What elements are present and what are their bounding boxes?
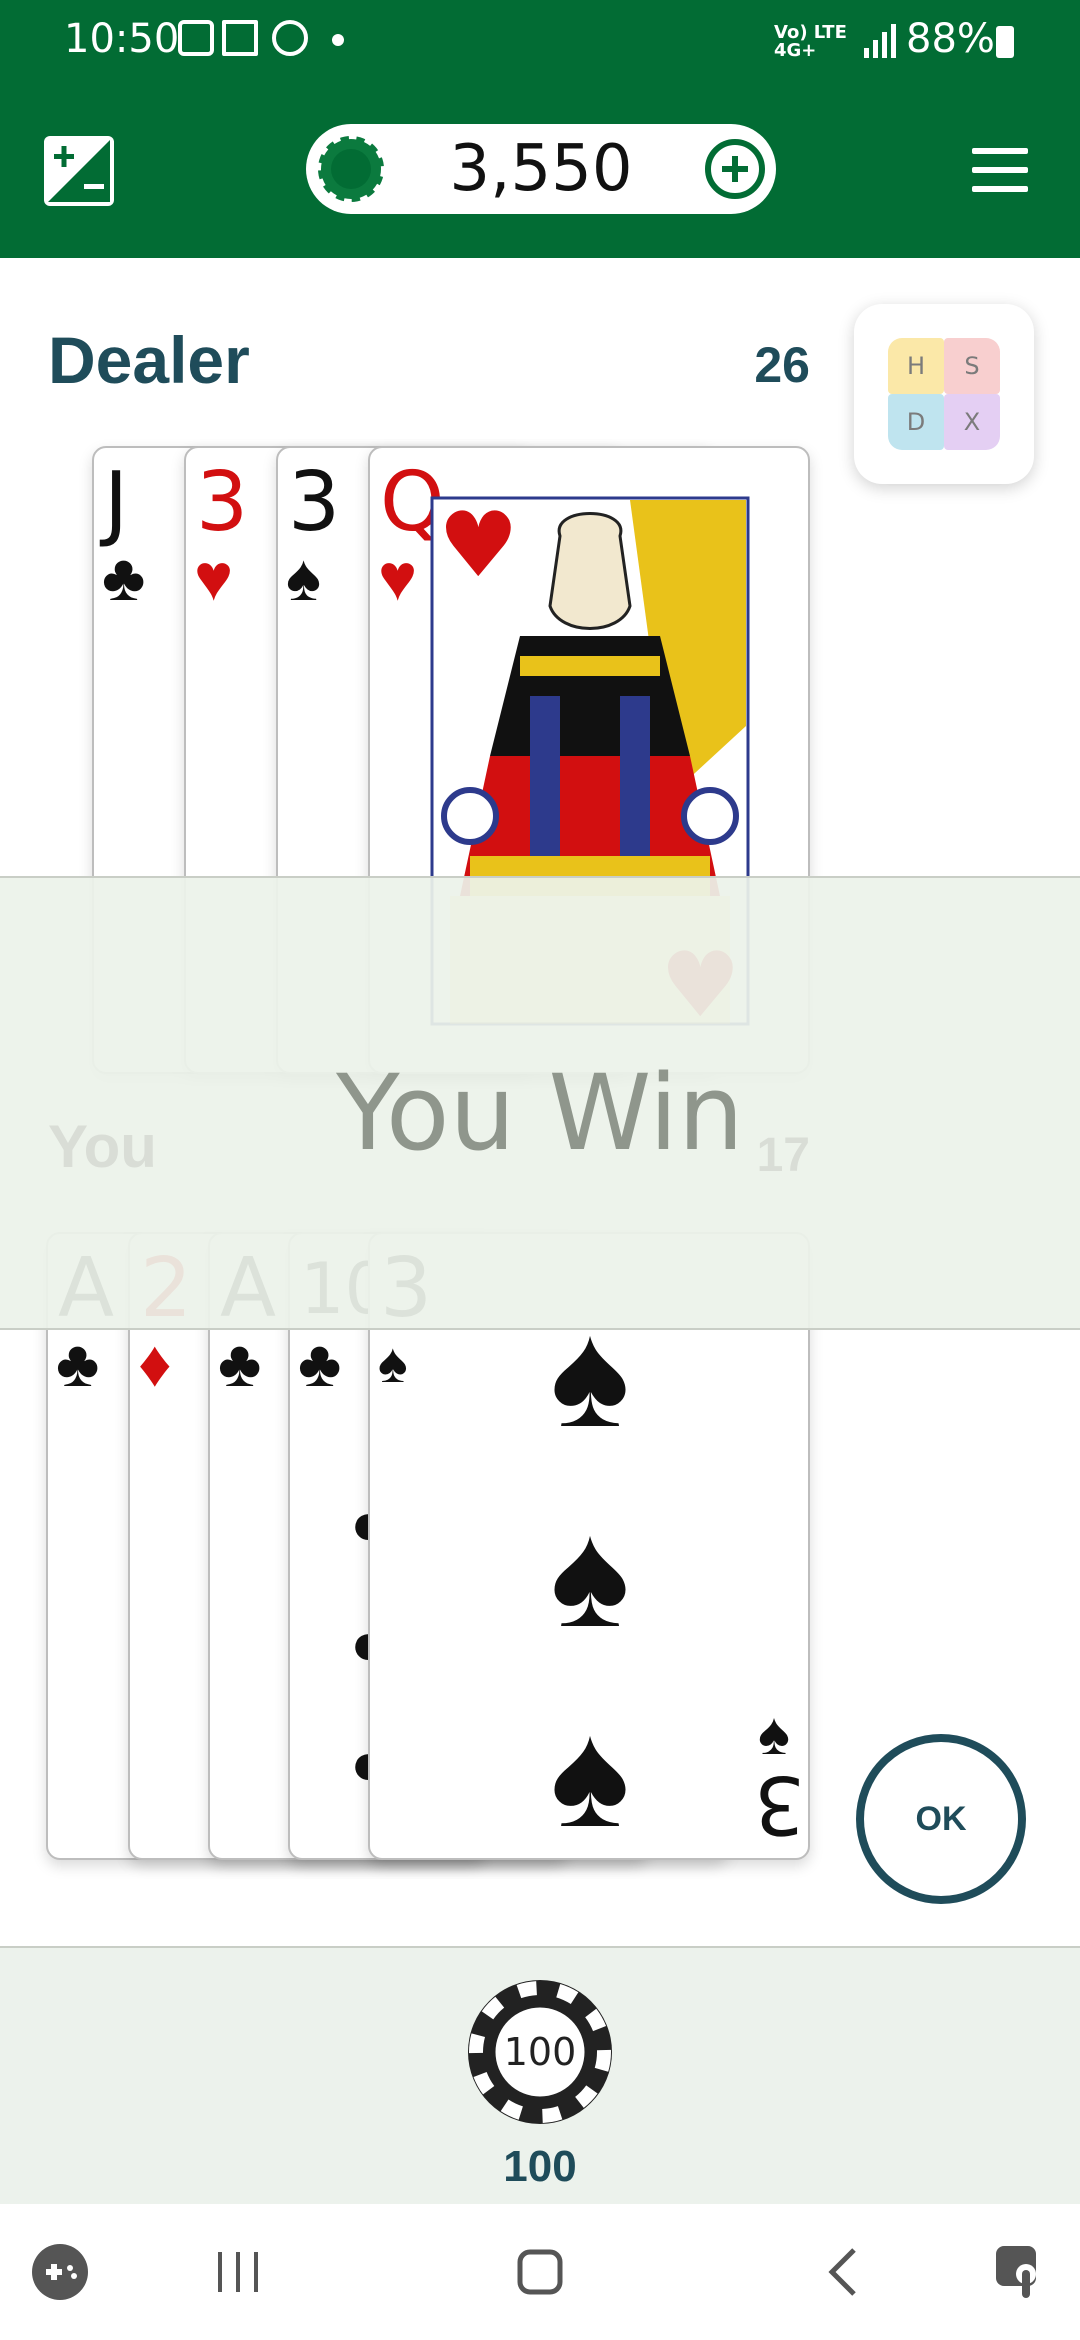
result-overlay: You 17 You Win [0, 876, 1080, 1330]
accessibility-touch-icon[interactable] [990, 2240, 1054, 2304]
card-suit: ♥ [194, 540, 234, 614]
battery-percent: 88% [906, 16, 995, 62]
bet-chip-label: 100 [503, 2030, 577, 2074]
plus-minus-icon[interactable] [44, 136, 114, 206]
game-launcher-icon[interactable] [28, 2240, 92, 2304]
hint-hit: H [888, 338, 944, 394]
network-indicator: Vo) LTE 4G+ [774, 22, 847, 61]
hint-chart-button[interactable]: H S D X [854, 304, 1034, 484]
bet-amount: 100 [503, 2142, 577, 2191]
spade-pips: ♠ ♠ ♠ [550, 1290, 630, 1858]
recent-apps-icon[interactable] [206, 2240, 270, 2304]
card-suit-bottom: ♠ [758, 1700, 790, 1767]
card-suit: ♥ [378, 540, 418, 614]
chip-icon [316, 134, 386, 204]
coin-amount: 3,550 [449, 132, 633, 206]
card-rank: 3 [288, 455, 341, 550]
gallery-icon [178, 20, 214, 56]
card-suit: ♣ [56, 1326, 100, 1400]
home-icon[interactable] [508, 2240, 572, 2304]
hint-stand: S [944, 338, 1000, 394]
bet-panel: 100 100 [0, 1946, 1080, 2206]
card-rank: 3 [196, 455, 249, 550]
card-rank-bottom: 3 [754, 1758, 805, 1851]
card-suit: ♠ [286, 540, 322, 614]
gmail-icon [222, 20, 258, 56]
signal-icon [864, 24, 896, 58]
card-rank: J [104, 455, 129, 550]
battery-icon [996, 26, 1014, 58]
status-bar: 10:50 Vo) LTE 4G+ 88% [0, 0, 1080, 84]
message-icon [272, 20, 308, 56]
status-time: 10:50 [64, 16, 180, 62]
app-bar: 10:50 Vo) LTE 4G+ 88% 3,550 [0, 0, 1080, 258]
system-nav-bar [0, 2204, 1080, 2340]
coin-balance: 3,550 [306, 124, 776, 214]
hamburger-menu-icon[interactable] [972, 148, 1028, 192]
result-text: You Win [336, 1052, 744, 1174]
hint-surrender: X [944, 394, 1000, 450]
ok-button[interactable]: OK [856, 1734, 1026, 1904]
card-suit: ♣ [218, 1326, 262, 1400]
svg-text:♥: ♥ [438, 496, 519, 598]
plus-circle-icon[interactable] [700, 134, 770, 204]
dealer-title: Dealer [48, 323, 250, 397]
notification-dot-icon [332, 34, 344, 46]
card-suit: ♠ [378, 1331, 408, 1394]
back-icon[interactable] [814, 2240, 878, 2304]
hint-double: D [888, 394, 944, 450]
card-suit: ♣ [102, 540, 146, 614]
card-suit: ♣ [298, 1326, 342, 1400]
dealer-score: 26 [754, 337, 810, 393]
card-suit: ♦ [138, 1326, 172, 1400]
